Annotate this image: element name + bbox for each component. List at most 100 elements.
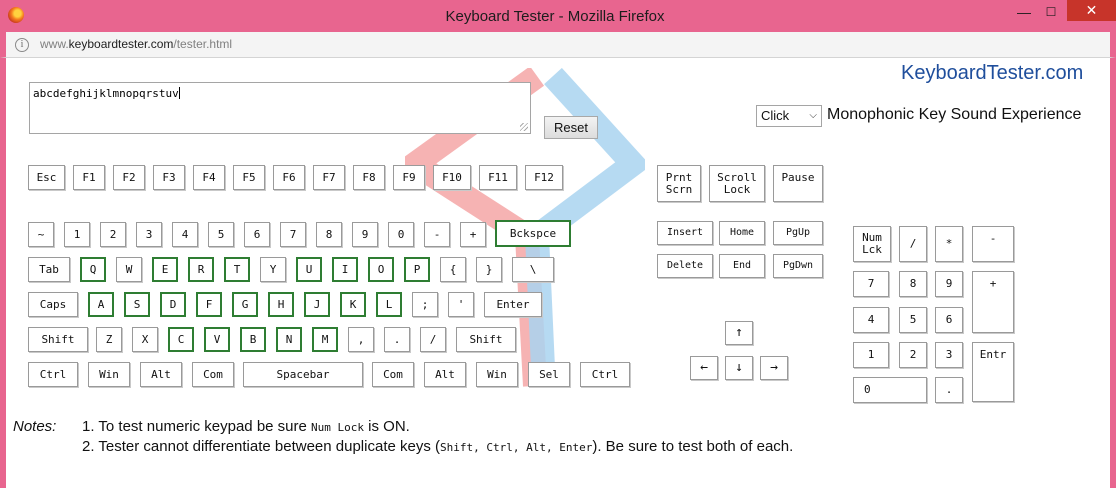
key-scroll-lock[interactable]: Scroll Lock: [709, 165, 765, 202]
info-icon[interactable]: i: [15, 38, 29, 52]
key-comma[interactable]: ,: [348, 327, 374, 352]
typing-textarea[interactable]: abcdefghijklmnopqrstuv: [29, 82, 531, 134]
key-numpad-5[interactable]: 5: [899, 307, 927, 333]
key-left-ctrl[interactable]: Ctrl: [28, 362, 78, 387]
key-backslash[interactable]: \: [512, 257, 554, 282]
key-3[interactable]: 3: [136, 222, 162, 247]
arrow-down-icon[interactable]: ↓: [725, 356, 753, 380]
key-numpad-decimal[interactable]: .: [935, 377, 963, 403]
key-right-ctrl[interactable]: Ctrl: [580, 362, 630, 387]
key-f7[interactable]: F7: [313, 165, 345, 190]
key-numpad-2[interactable]: 2: [899, 342, 927, 368]
key-s[interactable]: S: [124, 292, 150, 317]
key-z[interactable]: Z: [96, 327, 122, 352]
reset-button[interactable]: Reset: [544, 116, 598, 139]
key-tilde[interactable]: ~: [28, 222, 54, 247]
key-numpad-enter[interactable]: Entr: [972, 342, 1014, 402]
arrow-up-icon[interactable]: ↑: [725, 321, 753, 345]
key-w[interactable]: W: [116, 257, 142, 282]
key-close-brace[interactable]: }: [476, 257, 502, 282]
key-6[interactable]: 6: [244, 222, 270, 247]
key-left-alt[interactable]: Alt: [140, 362, 182, 387]
key-right-alt[interactable]: Alt: [424, 362, 466, 387]
key-end[interactable]: End: [719, 254, 765, 278]
resize-grip-icon[interactable]: [520, 123, 528, 131]
key-o[interactable]: O: [368, 257, 394, 282]
key-numpad-9[interactable]: 9: [935, 271, 963, 297]
key-f10[interactable]: F10: [433, 165, 471, 190]
key-semicolon[interactable]: ;: [412, 292, 438, 317]
key-right-win[interactable]: Win: [476, 362, 518, 387]
key-open-brace[interactable]: {: [440, 257, 466, 282]
key-num-lock[interactable]: Num Lck: [853, 226, 891, 262]
key-numpad-7[interactable]: 7: [853, 271, 889, 297]
key-h[interactable]: H: [268, 292, 294, 317]
close-button[interactable]: ✕: [1067, 0, 1116, 21]
key-r[interactable]: R: [188, 257, 214, 282]
key-n[interactable]: N: [276, 327, 302, 352]
key-f2[interactable]: F2: [113, 165, 145, 190]
key-f8[interactable]: F8: [353, 165, 385, 190]
key-8[interactable]: 8: [316, 222, 342, 247]
sound-select[interactable]: Click ⌵: [756, 105, 822, 127]
key-minus[interactable]: -: [424, 222, 450, 247]
key-period[interactable]: .: [384, 327, 410, 352]
key-delete[interactable]: Delete: [657, 254, 713, 278]
key-g[interactable]: G: [232, 292, 258, 317]
key-0[interactable]: 0: [388, 222, 414, 247]
key-pause[interactable]: Pause: [773, 165, 823, 202]
key-enter[interactable]: Enter: [484, 292, 542, 317]
key-f[interactable]: F: [196, 292, 222, 317]
key-f6[interactable]: F6: [273, 165, 305, 190]
key-f12[interactable]: F12: [525, 165, 563, 190]
key-numpad-divide[interactable]: /: [899, 226, 927, 262]
key-2[interactable]: 2: [100, 222, 126, 247]
key-numpad-1[interactable]: 1: [853, 342, 889, 368]
key-v[interactable]: V: [204, 327, 230, 352]
site-logo[interactable]: KeyboardTester.com: [901, 62, 1083, 85]
key-j[interactable]: J: [304, 292, 330, 317]
key-1[interactable]: 1: [64, 222, 90, 247]
key-f5[interactable]: F5: [233, 165, 265, 190]
key-e[interactable]: E: [152, 257, 178, 282]
arrow-left-icon[interactable]: ←: [690, 356, 718, 380]
key-numpad-3[interactable]: 3: [935, 342, 963, 368]
key-slash[interactable]: /: [420, 327, 446, 352]
key-i[interactable]: I: [332, 257, 358, 282]
key-p[interactable]: P: [404, 257, 430, 282]
key-numpad-minus[interactable]: -: [972, 226, 1014, 262]
key-f3[interactable]: F3: [153, 165, 185, 190]
key-5[interactable]: 5: [208, 222, 234, 247]
key-numpad-6[interactable]: 6: [935, 307, 963, 333]
minimize-button[interactable]: —: [1017, 4, 1031, 20]
key-right-com[interactable]: Com: [372, 362, 414, 387]
key-backspace[interactable]: Bckspce: [495, 220, 571, 247]
key-spacebar[interactable]: Spacebar: [243, 362, 363, 387]
key-insert[interactable]: Insert: [657, 221, 713, 245]
key-7[interactable]: 7: [280, 222, 306, 247]
key-plus[interactable]: +: [460, 222, 486, 247]
key-print-screen[interactable]: Prnt Scrn: [657, 165, 701, 202]
key-c[interactable]: C: [168, 327, 194, 352]
key-f11[interactable]: F11: [479, 165, 517, 190]
key-x[interactable]: X: [132, 327, 158, 352]
address-bar[interactable]: i www.keyboardtester.com/tester.html: [0, 32, 1116, 58]
key-b[interactable]: B: [240, 327, 266, 352]
key-right-shift[interactable]: Shift: [456, 327, 516, 352]
key-numpad-8[interactable]: 8: [899, 271, 927, 297]
key-f4[interactable]: F4: [193, 165, 225, 190]
maximize-button[interactable]: ☐: [1043, 4, 1059, 20]
key-t[interactable]: T: [224, 257, 250, 282]
key-l[interactable]: L: [376, 292, 402, 317]
key-esc[interactable]: Esc: [28, 165, 65, 190]
key-left-win[interactable]: Win: [88, 362, 130, 387]
key-a[interactable]: A: [88, 292, 114, 317]
key-4[interactable]: 4: [172, 222, 198, 247]
key-f9[interactable]: F9: [393, 165, 425, 190]
key-tab[interactable]: Tab: [28, 257, 70, 282]
key-q[interactable]: Q: [80, 257, 106, 282]
key-page-up[interactable]: PgUp: [773, 221, 823, 245]
key-numpad-plus[interactable]: +: [972, 271, 1014, 333]
key-quote[interactable]: ': [448, 292, 474, 317]
key-m[interactable]: M: [312, 327, 338, 352]
